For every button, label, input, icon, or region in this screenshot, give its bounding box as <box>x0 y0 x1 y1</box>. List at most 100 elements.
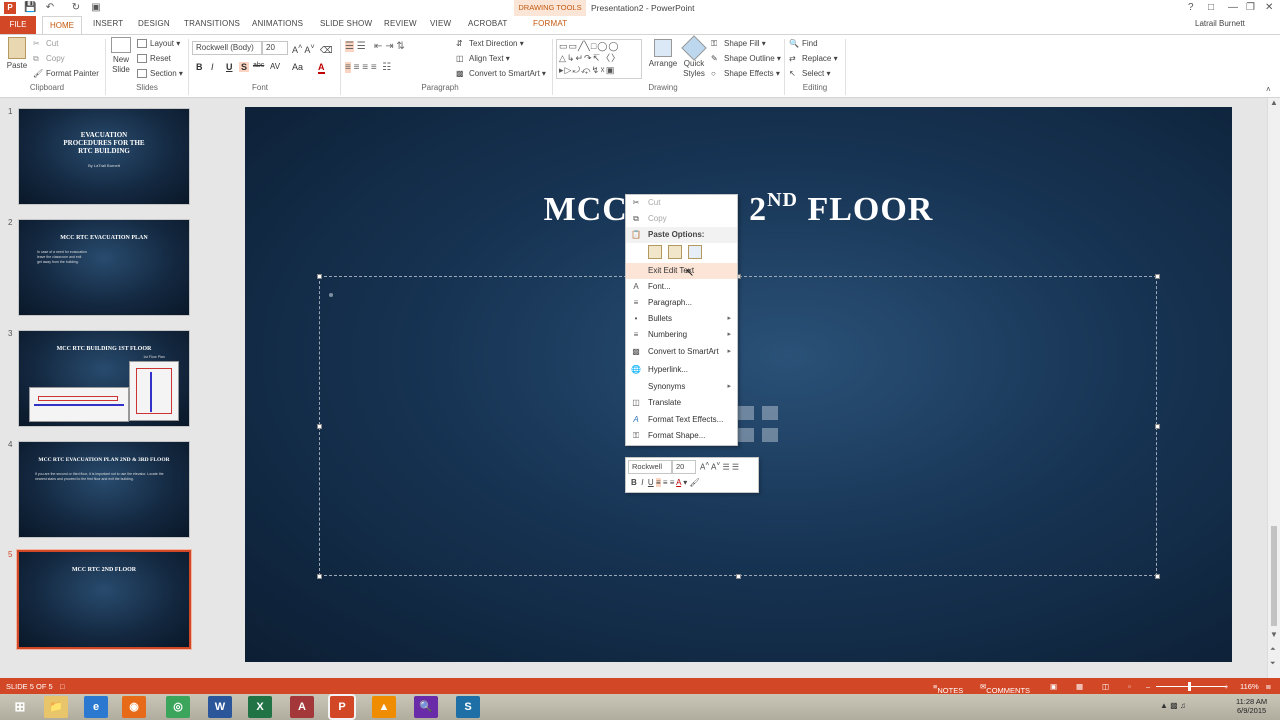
mini-format-buttons[interactable]: B I U ≡ ≡ ≡ A ▾ 🖌 <box>631 478 700 487</box>
menu-item-paragraph[interactable]: ≡ Paragraph... <box>626 295 737 311</box>
use-destination-theme-icon[interactable] <box>668 245 682 259</box>
keep-text-only-icon[interactable] <box>688 245 702 259</box>
character-spacing-button[interactable]: AV <box>270 62 280 71</box>
arrange-button[interactable]: Arrange <box>648 39 678 68</box>
chrome-icon[interactable]: ◎ <box>166 696 190 718</box>
vlc-icon[interactable]: ▲ <box>372 696 396 718</box>
menu-item-hyperlink[interactable]: 🌐 Hyperlink... <box>626 362 737 378</box>
start-button-icon[interactable]: ⊞ <box>6 696 34 718</box>
alignment-buttons[interactable]: ≡ ≡ ≡ ≡ ☷ <box>345 62 391 73</box>
strikethrough-button[interactable]: abc <box>253 62 264 69</box>
menu-item-format-text-effects[interactable]: A Format Text Effects... <box>626 412 737 428</box>
tab-file[interactable]: FILE <box>0 16 36 34</box>
redo-icon[interactable]: ↻ <box>70 2 82 14</box>
slide-thumbnail-4[interactable]: MCC RTC EVACUATION PLAN 2ND & 3RD FLOOR … <box>18 441 190 538</box>
shape-fill-button[interactable]: ⚿ Shape Fill ▾ <box>711 39 766 48</box>
menu-item-format-shape[interactable]: ⚿ Format Shape... <box>626 428 737 444</box>
resize-handle[interactable] <box>1155 574 1160 579</box>
maximize-icon[interactable]: ❐ <box>1246 2 1255 13</box>
convert-smartart-button[interactable]: ▩ Convert to SmartArt ▾ <box>456 69 546 78</box>
access-icon[interactable]: A <box>290 696 314 718</box>
zoom-slider[interactable] <box>1156 686 1226 687</box>
mini-size-combo[interactable]: 20 <box>672 460 696 474</box>
spell-check-icon[interactable]: □ <box>60 682 65 691</box>
tab-slide-show[interactable]: SLIDE SHOW <box>320 19 372 28</box>
magnifier-icon[interactable]: 🔍 <box>414 696 438 718</box>
font-size-combo[interactable]: 20 <box>262 41 288 55</box>
menu-item-copy[interactable]: ⧉ Copy <box>626 211 737 227</box>
tab-home[interactable]: HOME <box>42 16 82 35</box>
mini-font-combo[interactable]: Rockwell <box>628 460 672 474</box>
normal-view-icon[interactable]: ▣ <box>1050 682 1057 691</box>
slide-thumbnail-2[interactable]: MCC RTC EVACUATION PLAN In case of a nee… <box>18 219 190 316</box>
shapes-gallery[interactable]: ▭▭╱╲□◯◯ △↳↵↷↸〈〉 ▸▷⤾⤽↯☓▣ <box>556 39 642 79</box>
tab-design[interactable]: DESIGN <box>138 19 170 28</box>
notes-button[interactable]: ≡ NOTES <box>933 682 963 695</box>
collapse-ribbon-icon[interactable]: ˄ <box>1266 85 1271 94</box>
start-from-beginning-icon[interactable]: ▣ <box>90 2 102 14</box>
resize-handle[interactable] <box>736 574 741 579</box>
scroll-up-icon[interactable]: ▲ <box>1270 98 1278 107</box>
zoom-level[interactable]: 116% <box>1240 682 1259 691</box>
shape-outline-button[interactable]: ✎ Shape Outline ▾ <box>711 54 781 63</box>
slide-thumbnail-1[interactable]: EVACUATION PROCEDURES FOR THE RTC BUILDI… <box>18 108 190 205</box>
next-slide-icon[interactable]: ⏷ <box>1270 660 1276 668</box>
powerpoint-taskbar-icon[interactable]: P <box>330 696 354 718</box>
underline-button[interactable]: U <box>226 62 233 72</box>
resize-handle[interactable] <box>1155 424 1160 429</box>
font-color-button[interactable]: A <box>318 62 325 74</box>
list-buttons[interactable]: ☰ ☰ ⇤ ⇥ ⇅ <box>345 41 405 52</box>
zoom-slider-thumb[interactable] <box>1188 682 1191 691</box>
slide-thumbnail-3[interactable]: MCC RTC BUILDING 1ST FLOOR 1st Floor Pla… <box>18 330 190 427</box>
slide-show-icon[interactable]: ▫ <box>1128 682 1131 691</box>
scroll-thumb[interactable] <box>1271 526 1277 626</box>
font-family-combo[interactable]: Rockwell (Body) <box>192 41 262 55</box>
previous-slide-icon[interactable]: ⏶ <box>1270 646 1276 654</box>
resize-handle[interactable] <box>317 424 322 429</box>
file-explorer-icon[interactable]: 📁 <box>44 696 68 718</box>
fit-to-window-icon[interactable]: ⧈ <box>1266 682 1271 692</box>
tray-icons[interactable]: ▲ ▩ ♫ <box>1160 701 1186 710</box>
user-name[interactable]: Latrail Burnett <box>1195 19 1245 28</box>
vertical-scrollbar[interactable]: ▲ ▼ ⏶ ⏷ <box>1267 98 1280 678</box>
tab-insert[interactable]: INSERT <box>93 19 123 28</box>
format-painter-button[interactable]: 🖌 Format Painter <box>33 69 99 78</box>
help-icon[interactable]: ? <box>1188 2 1194 13</box>
shape-effects-button[interactable]: ○ Shape Effects ▾ <box>711 69 780 78</box>
italic-button[interactable]: I <box>211 62 214 72</box>
resize-handle[interactable] <box>1155 274 1160 279</box>
clock[interactable]: 11:28 AM 6/9/2015 <box>1236 697 1267 715</box>
zoom-out-icon[interactable]: – <box>1146 682 1150 691</box>
close-icon[interactable]: ✕ <box>1265 2 1273 13</box>
reset-button[interactable]: Reset <box>137 54 171 64</box>
menu-item-synonyms[interactable]: Synonyms ▸ <box>626 379 737 395</box>
quick-styles-button[interactable]: Quick Styles <box>680 35 708 79</box>
text-direction-button[interactable]: ⇵ Text Direction ▾ <box>456 39 524 48</box>
ribbon-display-options-icon[interactable]: □ <box>1208 2 1214 13</box>
keep-source-formatting-icon[interactable] <box>648 245 662 259</box>
grow-shrink-font-buttons[interactable]: A˄ A˅ ⌫ <box>292 42 333 56</box>
tab-view[interactable]: VIEW <box>430 19 451 28</box>
zoom-in-icon[interactable]: + <box>1224 682 1228 691</box>
word-icon[interactable]: W <box>208 696 232 718</box>
snagit-icon[interactable]: S <box>456 696 480 718</box>
menu-item-convert-smartart[interactable]: ▩ Convert to SmartArt ▸ <box>626 344 737 360</box>
firefox-icon[interactable]: ◉ <box>122 696 146 718</box>
tab-format[interactable]: FORMAT <box>533 19 567 28</box>
bold-button[interactable]: B <box>196 62 203 72</box>
slide-canvas[interactable]: MCC XXXX 2ND FLOOR <box>245 107 1232 662</box>
shadow-button[interactable]: S <box>239 62 250 72</box>
menu-item-cut[interactable]: ✂ Cut <box>626 195 737 211</box>
layout-button[interactable]: Layout ▾ <box>137 39 180 49</box>
slide-sorter-icon[interactable]: ▦ <box>1076 682 1083 691</box>
resize-handle[interactable] <box>317 274 322 279</box>
slide-thumbnail-5[interactable]: MCC RTC 2ND FLOOR <box>16 549 192 650</box>
internet-explorer-icon[interactable]: e <box>84 696 108 718</box>
minimize-icon[interactable]: — <box>1228 2 1238 13</box>
menu-item-font[interactable]: A Font... <box>626 279 737 295</box>
comments-button[interactable]: ✉ COMMENTS <box>980 682 1030 695</box>
tab-review[interactable]: REVIEW <box>384 19 417 28</box>
find-button[interactable]: 🔍 Find <box>789 39 818 48</box>
resize-handle[interactable] <box>317 574 322 579</box>
align-text-button[interactable]: ◫ Align Text ▾ <box>456 54 510 63</box>
